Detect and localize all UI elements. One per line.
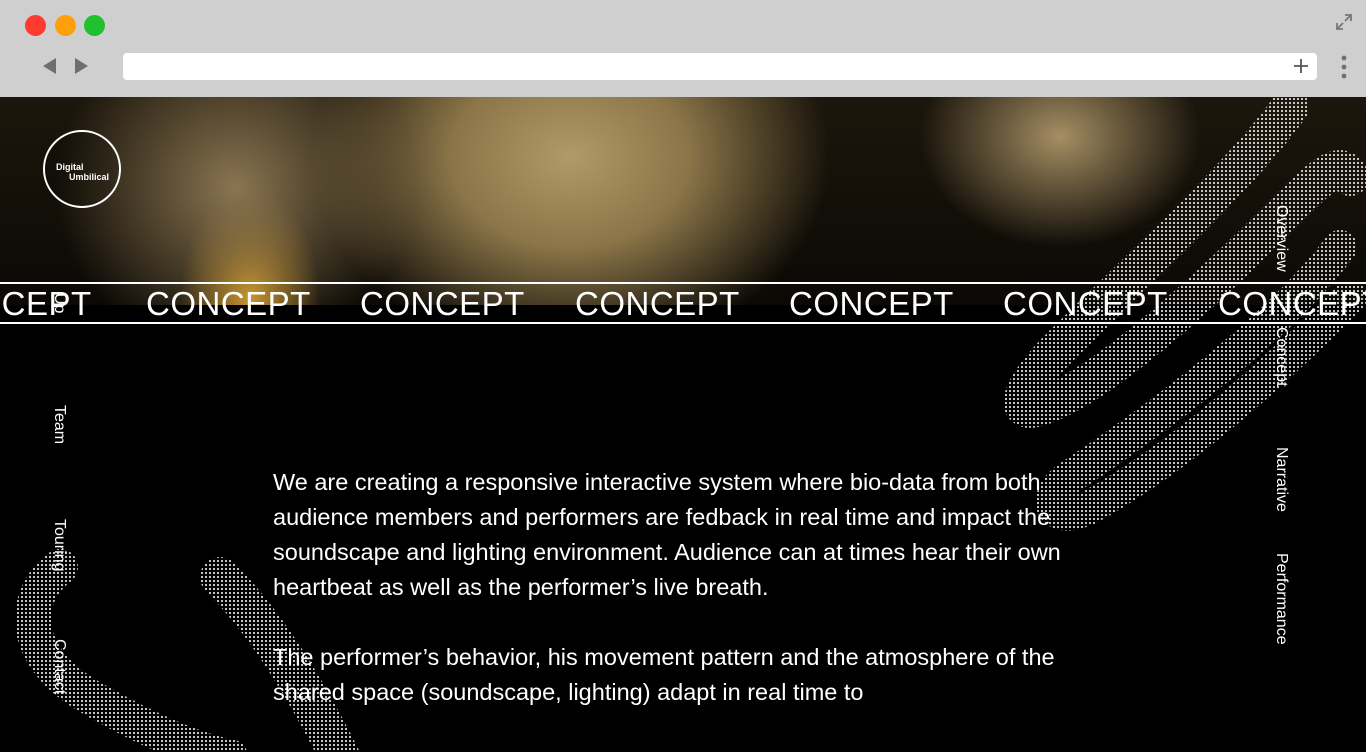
minimize-window-button[interactable] [55, 15, 76, 36]
paragraph: The performer’s behavior, his movement p… [273, 644, 1055, 705]
address-bar[interactable] [123, 53, 1317, 80]
logo-text-line2: Umbilical [69, 172, 110, 182]
logo-text-line1: Digital [56, 162, 84, 172]
logo[interactable]: Digital Umbilical [43, 130, 121, 208]
concept-marquee: ICEPT CONCEPT CONCEPT CONCEPT CONCEPT CO… [0, 282, 1366, 324]
nav-performance[interactable]: Performance [1272, 553, 1290, 645]
marquee-word: CONCEPT [575, 285, 740, 322]
nav-team[interactable]: Team [50, 405, 68, 444]
nav-up[interactable]: Up [50, 293, 68, 313]
page: Digital Umbilical ICEPT CONCEPT CONCEPT … [0, 97, 1366, 752]
nav-touring[interactable]: Touring [50, 519, 68, 571]
kebab-menu-icon[interactable] [1341, 55, 1347, 79]
marquee-word: CONCEPT [146, 285, 311, 322]
forward-arrow-icon[interactable] [71, 56, 91, 76]
back-arrow-icon[interactable] [40, 56, 60, 76]
marquee-word: CONCEPT [1218, 285, 1366, 322]
marquee-word: CONCEPT [360, 285, 525, 322]
close-window-button[interactable] [25, 15, 46, 36]
nav-concept[interactable]: Concept [1272, 327, 1290, 387]
nav-narrative[interactable]: Narrative [1272, 447, 1290, 512]
maximize-window-button[interactable] [84, 15, 105, 36]
paragraph: We are creating a responsive interactive… [273, 469, 1061, 600]
concept-text: We are creating a responsive interactive… [273, 465, 1103, 745]
nav-overview[interactable]: Overview [1272, 205, 1290, 272]
hero-image [0, 97, 1366, 305]
marquee-word: ICEPT [0, 285, 92, 322]
marquee-word: CONCEPT [1003, 285, 1168, 322]
browser-chrome [0, 0, 1366, 97]
marquee-word: CONCEPT [789, 285, 954, 322]
nav-contact[interactable]: Contact [50, 639, 68, 694]
plus-icon[interactable] [1291, 56, 1311, 76]
expand-icon[interactable] [1334, 12, 1354, 32]
